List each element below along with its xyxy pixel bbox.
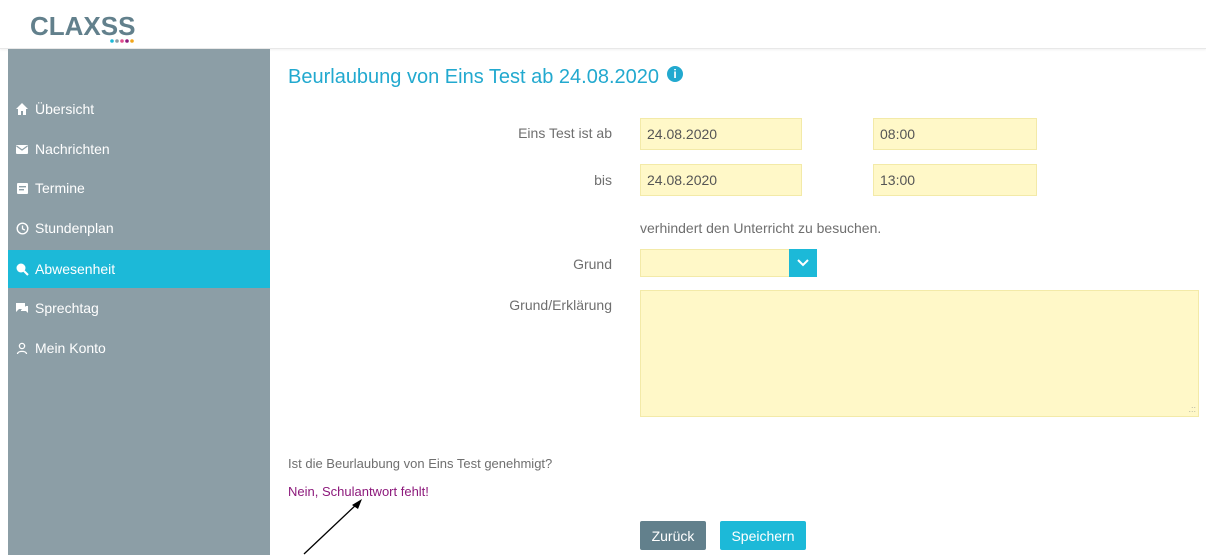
info-icon[interactable]: i (667, 65, 684, 82)
absence-icon (14, 261, 30, 277)
approval-question: Ist die Beurlaubung von Eins Test genehm… (288, 456, 553, 471)
calendar-note-icon (14, 180, 30, 196)
resize-handle-icon[interactable]: .:: (1188, 404, 1196, 414)
reason-label: Grund (573, 256, 612, 272)
sidebar-item-mein-konto[interactable]: Mein Konto (8, 329, 270, 367)
sidebar-item-termine[interactable]: Termine (8, 169, 270, 207)
sidebar: Übersicht Nachrichten Termine Stundenpla… (8, 49, 270, 555)
chevron-down-icon (797, 254, 809, 272)
user-icon (14, 340, 30, 356)
sidebar-item-label: Stundenplan (35, 220, 114, 236)
annotation-arrow-icon (303, 499, 362, 555)
logo-text: CLAXSS (30, 11, 135, 41)
sidebar-item-label: Abwesenheit (35, 261, 116, 277)
page-title-text: Beurlaubung von Eins Test ab 24.08.2020 (288, 66, 660, 88)
explanation-textarea[interactable]: .:: (640, 290, 1199, 417)
to-label: bis (594, 172, 612, 188)
to-time-input[interactable]: 13:00 (873, 164, 1037, 196)
top-bar: CLAXSS (0, 0, 1206, 49)
chat-icon (14, 300, 30, 316)
from-time-input[interactable]: 08:00 (873, 118, 1037, 150)
hint-text: verhindert den Unterricht zu besuchen. (640, 220, 882, 236)
sidebar-item-label: Nachrichten (35, 141, 110, 157)
back-button[interactable]: Zurück (640, 521, 706, 550)
clock-icon (14, 220, 30, 236)
save-button[interactable]: Speichern (720, 521, 806, 550)
from-date-input[interactable]: 24.08.2020 (640, 118, 802, 150)
envelope-icon (14, 141, 30, 157)
sidebar-item-uebersicht[interactable]: Übersicht (8, 90, 270, 128)
sidebar-item-label: Sprechtag (35, 300, 99, 316)
sidebar-item-nachrichten[interactable]: Nachrichten (8, 130, 270, 168)
sidebar-item-abwesenheit[interactable]: Abwesenheit (8, 250, 270, 288)
sidebar-item-label: Übersicht (35, 101, 95, 117)
sidebar-item-label: Mein Konto (35, 340, 106, 356)
claxss-logo: CLAXSS (30, 8, 170, 48)
page-title: Beurlaubung von Eins Test ab 24.08.2020 … (288, 65, 684, 89)
from-label: Eins Test ist ab (518, 125, 612, 141)
to-date-input[interactable]: 24.08.2020 (640, 164, 802, 196)
explanation-label: Grund/Erklärung (509, 297, 612, 313)
reason-select-toggle[interactable] (789, 249, 817, 277)
sidebar-item-sprechtag[interactable]: Sprechtag (8, 289, 270, 327)
reason-select[interactable] (640, 249, 790, 277)
sidebar-item-stundenplan[interactable]: Stundenplan (8, 209, 270, 247)
home-icon (14, 101, 30, 117)
sidebar-item-label: Termine (35, 180, 85, 196)
